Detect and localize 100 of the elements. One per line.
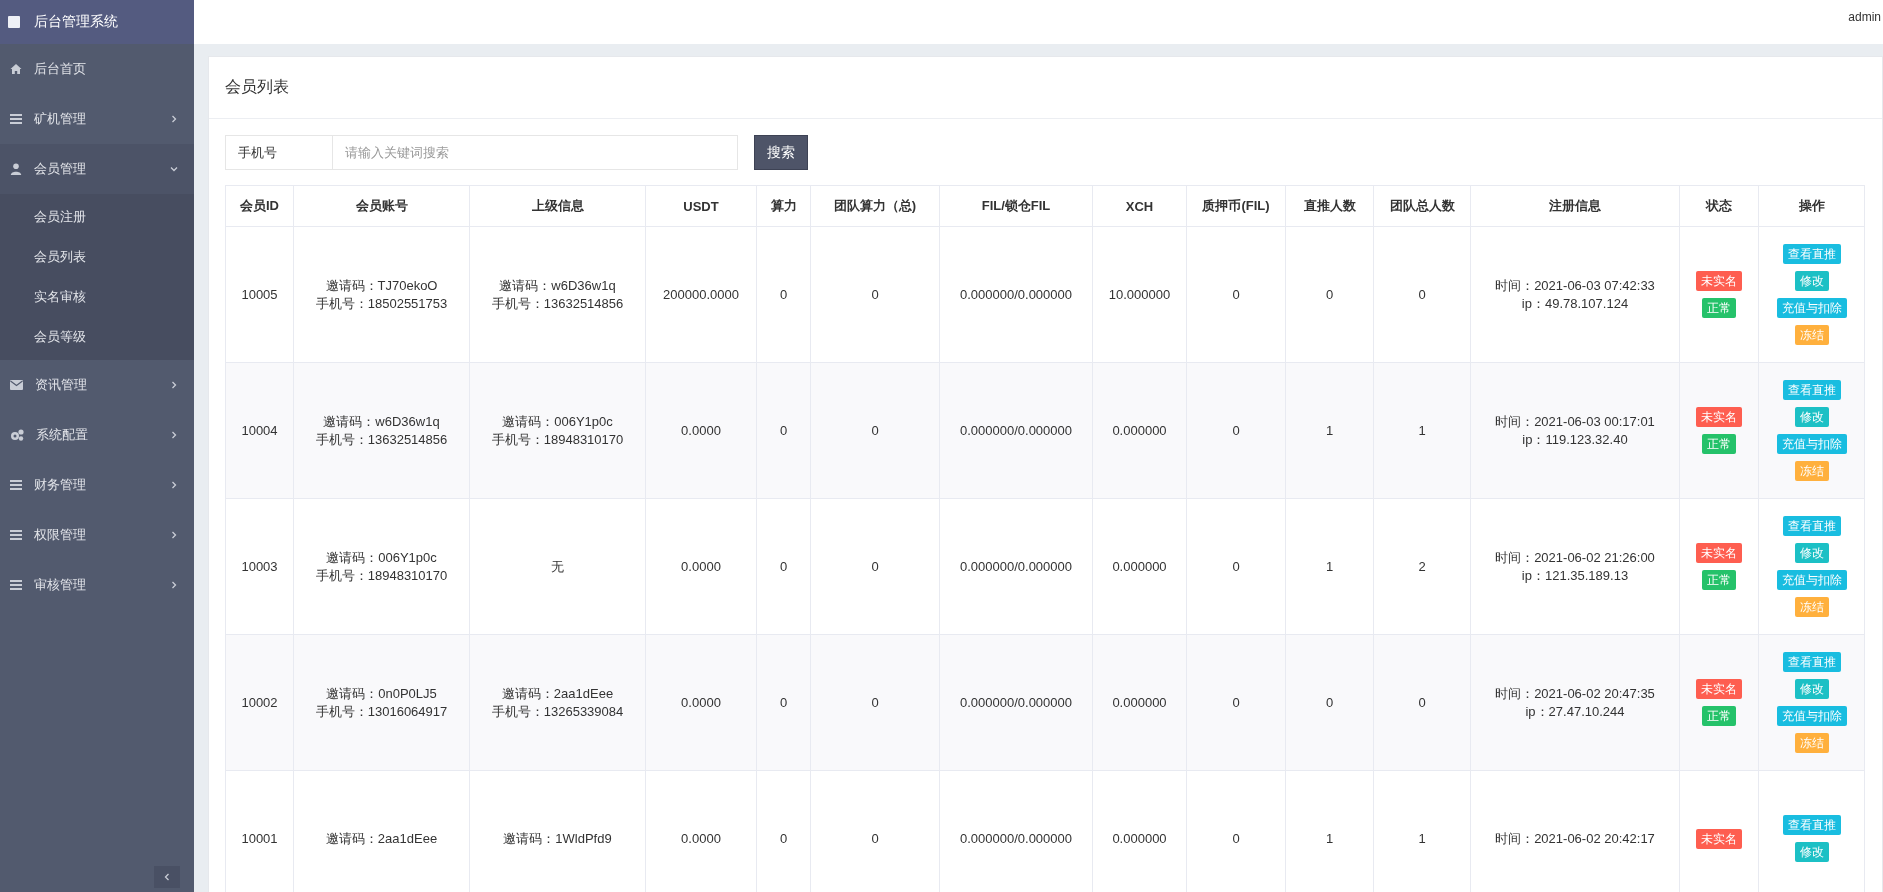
action-button[interactable]: 冻结 (1794, 461, 1829, 481)
table-cell: 时间：2021-06-03 07:42:33 ip：49.78.107.124 (1470, 226, 1680, 363)
action-button[interactable]: 充值与扣除 (1776, 298, 1847, 318)
search-button[interactable]: 搜索 (754, 135, 808, 170)
chevron-right-icon (170, 431, 178, 439)
collapse-button[interactable] (154, 866, 180, 888)
submenu-item[interactable]: 会员注册 (0, 197, 194, 237)
action-button[interactable]: 修改 (1794, 271, 1829, 291)
column-header: 状态 (1679, 185, 1759, 227)
nav-item[interactable]: 矿机管理 (0, 94, 194, 144)
nav-item[interactable]: 会员管理 (0, 144, 194, 194)
action-button[interactable]: 修改 (1794, 842, 1829, 862)
table-cell: 0 (1285, 634, 1374, 771)
menu-icon (10, 580, 22, 590)
table-cell: 1 (1285, 362, 1374, 499)
status-badge: 正常 (1702, 434, 1736, 454)
nav-item[interactable]: 系统配置 (0, 410, 194, 460)
column-header: 算力 (756, 185, 811, 227)
chevron-right-icon (170, 381, 178, 389)
status-badge: 未实名 (1696, 828, 1742, 849)
table-cell: 0.000000/0.000000 (939, 226, 1093, 363)
action-button[interactable]: 冻结 (1794, 733, 1829, 753)
column-header: 操作 (1758, 185, 1865, 227)
table-cell: 邀请码：0n0P0LJ5 手机号：13016064917 (293, 634, 470, 771)
submenu-item[interactable]: 实名审核 (0, 277, 194, 317)
table-cell: 10005 (225, 226, 294, 363)
table-cell: 0.000000/0.000000 (939, 362, 1093, 499)
table-cell: 0 (756, 498, 811, 635)
status-badge: 未实名 (1696, 679, 1742, 699)
table-cell: 无 (469, 498, 646, 635)
table-cell: 0 (1186, 634, 1286, 771)
table-cell: 2 (1373, 498, 1471, 635)
submenu-item[interactable]: 会员等级 (0, 317, 194, 357)
search-type-field[interactable]: 手机号 (225, 135, 333, 170)
menu-icon (10, 114, 22, 124)
column-header: 团队总人数 (1373, 185, 1471, 227)
table-cell: 10.000000 (1092, 226, 1187, 363)
action-button[interactable]: 查看直推 (1782, 380, 1841, 400)
table-cell: 0 (1373, 634, 1471, 771)
table-cell: 0.000000/0.000000 (939, 498, 1093, 635)
table-cell: 10004 (225, 362, 294, 499)
table-cell: 邀请码：006Y1p0c 手机号：18948310170 (293, 498, 470, 635)
nav-item[interactable]: 财务管理 (0, 460, 194, 510)
home-icon (10, 63, 22, 75)
table-cell: 邀请码：TJ70ekoO 手机号：18502551753 (293, 226, 470, 363)
action-button[interactable]: 修改 (1794, 407, 1829, 427)
menu-icon (10, 530, 22, 540)
table-cell: 10002 (225, 634, 294, 771)
table-cell: 200000.0000 (645, 226, 757, 363)
search-field[interactable]: 请输入关键词搜索 (333, 135, 738, 170)
action-button[interactable]: 充值与扣除 (1776, 570, 1847, 590)
table-cell: 0 (810, 498, 940, 635)
column-header: 会员ID (225, 185, 294, 227)
action-button[interactable]: 查看直推 (1782, 516, 1841, 536)
nav-item[interactable]: 后台首页 (0, 44, 194, 94)
nav-item[interactable]: 资讯管理 (0, 360, 194, 410)
action-button[interactable]: 查看直推 (1782, 815, 1841, 835)
gears-icon (10, 429, 24, 441)
square-icon (8, 16, 20, 28)
status-badge: 未实名 (1696, 271, 1742, 291)
table-cell: 0.0000 (645, 498, 757, 635)
page-title: 会员列表 (225, 77, 289, 97)
action-button[interactable]: 修改 (1794, 679, 1829, 699)
chevron-right-icon (170, 481, 178, 489)
action-button[interactable]: 冻结 (1794, 597, 1829, 617)
action-button[interactable]: 查看直推 (1782, 652, 1841, 672)
table-cell: 0.0000 (645, 634, 757, 771)
user-name[interactable]: admin (1848, 10, 1881, 24)
column-header: 会员账号 (293, 185, 470, 227)
column-header: 注册信息 (1470, 185, 1680, 227)
chevron-right-icon (170, 115, 178, 123)
status-badge: 正常 (1702, 298, 1736, 318)
table-cell: 0 (756, 362, 811, 499)
table-cell: 0.000000 (1092, 362, 1187, 499)
table-cell: 邀请码：w6D36w1q 手机号：13632514856 (293, 362, 470, 499)
nav-item[interactable]: 审核管理 (0, 560, 194, 610)
table-cell: 0 (756, 634, 811, 771)
action-button[interactable]: 充值与扣除 (1776, 434, 1847, 454)
table-cell: 0 (1186, 226, 1286, 363)
table-cell: 0 (810, 362, 940, 499)
nav-item[interactable]: 权限管理 (0, 510, 194, 560)
submenu-item[interactable]: 会员列表 (0, 237, 194, 277)
action-button[interactable]: 充值与扣除 (1776, 706, 1847, 726)
action-button[interactable]: 查看直推 (1782, 244, 1841, 264)
status-badge: 正常 (1702, 706, 1736, 726)
table-cell: 时间：2021-06-03 00:17:01 ip：119.123.32.40 (1470, 362, 1680, 499)
table-cell: 邀请码：w6D36w1q 手机号：13632514856 (469, 226, 646, 363)
menu-icon (10, 480, 22, 490)
column-header: 上级信息 (469, 185, 646, 227)
column-header: FIL/锁仓FIL (939, 185, 1093, 227)
user-icon (10, 163, 22, 175)
table-cell: 0.000000 (1092, 498, 1187, 635)
app-title: 后台管理系统 (34, 13, 118, 31)
table-cell: 10001 (225, 770, 294, 892)
chevron-right-icon (170, 531, 178, 539)
column-header: 质押币(FIL) (1186, 185, 1286, 227)
action-button[interactable]: 冻结 (1794, 325, 1829, 345)
chevron-right-icon (170, 581, 178, 589)
table-cell: 0 (810, 226, 940, 363)
action-button[interactable]: 修改 (1794, 543, 1829, 563)
